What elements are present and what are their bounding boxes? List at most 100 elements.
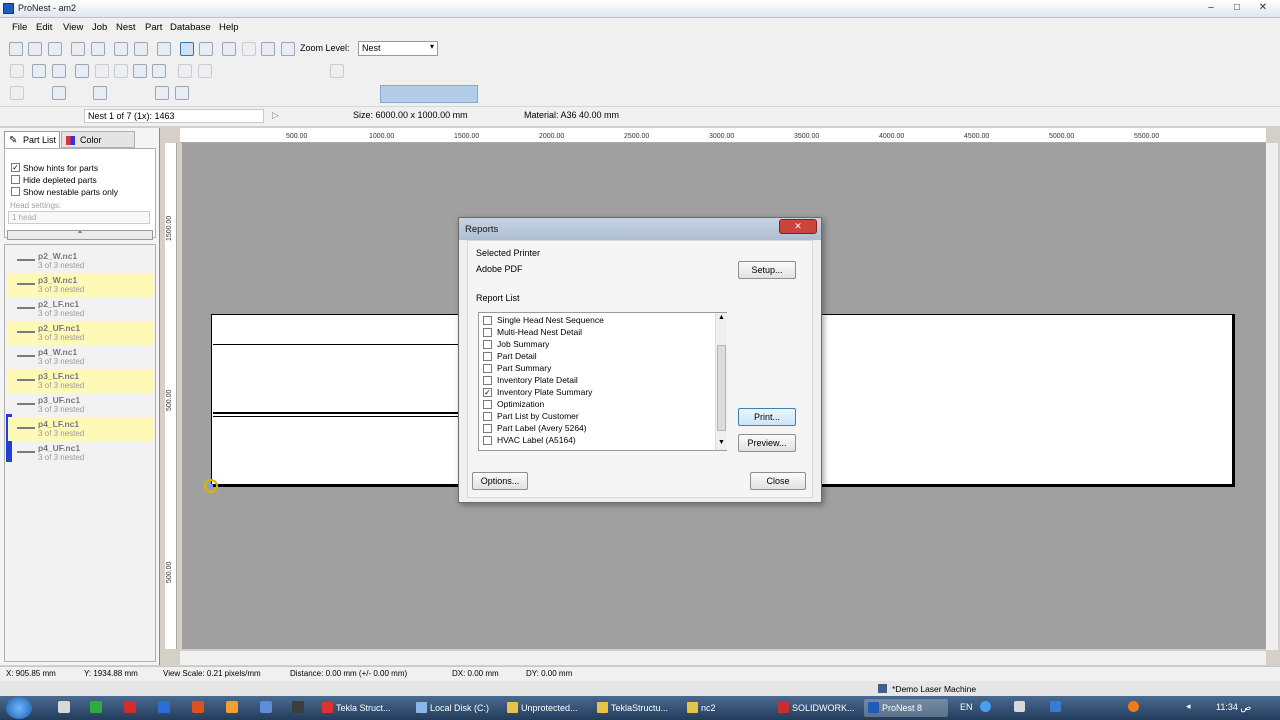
forward-icon[interactable] bbox=[198, 64, 212, 78]
pinned-app-icon[interactable] bbox=[124, 701, 136, 713]
nest-selector[interactable]: Nest 1 of 7 (1x): 1463 bbox=[84, 109, 264, 123]
bounding-box-icon[interactable] bbox=[52, 86, 66, 100]
language-indicator[interactable]: EN bbox=[960, 702, 973, 712]
copy-icon[interactable] bbox=[134, 42, 148, 56]
report-checkbox[interactable] bbox=[483, 364, 492, 373]
dialog-close-icon[interactable]: ✕ bbox=[779, 219, 817, 234]
start-button[interactable] bbox=[6, 697, 32, 719]
pinned-app-icon[interactable] bbox=[192, 701, 204, 713]
report-checkbox[interactable] bbox=[483, 328, 492, 337]
minimize-button[interactable]: – bbox=[1198, 0, 1224, 16]
report-checkbox[interactable] bbox=[483, 340, 492, 349]
taskbar-item-local-disk[interactable]: Local Disk (C:) bbox=[412, 699, 496, 717]
remove-icon[interactable] bbox=[52, 64, 66, 78]
list-item[interactable]: p2_LF.nc1 3 of 3 nested bbox=[8, 297, 154, 321]
collapse-options-button[interactable]: ⌃ bbox=[7, 230, 153, 240]
tab-part-list[interactable]: ✎ Part List bbox=[4, 131, 60, 148]
pinned-app-icon[interactable] bbox=[90, 701, 102, 713]
menu-edit[interactable]: Edit bbox=[36, 22, 52, 33]
check-icon[interactable] bbox=[157, 42, 171, 56]
report-list-scrollbar[interactable]: ▲ ▼ bbox=[715, 313, 727, 450]
export-icon[interactable] bbox=[199, 42, 213, 56]
chevron-down-icon[interactable]: ▾ bbox=[430, 42, 434, 51]
menu-part[interactable]: Part bbox=[145, 22, 162, 33]
print-button[interactable]: Print... bbox=[738, 408, 796, 426]
zoom-window-icon[interactable] bbox=[242, 42, 256, 56]
measure-icon[interactable] bbox=[93, 86, 107, 100]
setup-button[interactable]: Setup... bbox=[738, 261, 796, 279]
tray-app-icon[interactable] bbox=[1050, 701, 1061, 712]
stop-icon[interactable] bbox=[330, 64, 344, 78]
taskbar-item-tekla[interactable]: Tekla Struct... bbox=[318, 699, 402, 717]
volume-icon[interactable]: ◂ bbox=[1186, 701, 1191, 712]
sheet-icon[interactable] bbox=[152, 64, 166, 78]
open-icon[interactable] bbox=[28, 42, 42, 56]
pinned-app-icon[interactable] bbox=[292, 701, 304, 713]
hide-depleted-checkbox[interactable] bbox=[11, 175, 20, 184]
menu-nest[interactable]: Nest bbox=[116, 22, 136, 33]
zoom-in-icon[interactable] bbox=[281, 42, 295, 56]
report-checkbox[interactable] bbox=[483, 376, 492, 385]
zoom-icon[interactable] bbox=[222, 42, 236, 56]
rotate-icon[interactable] bbox=[155, 86, 169, 100]
taskbar-item-solidworks[interactable]: SOLIDWORK... bbox=[774, 699, 858, 717]
mirror-icon[interactable] bbox=[175, 86, 189, 100]
tray-app-icon[interactable] bbox=[1128, 701, 1139, 712]
rotation-slider[interactable] bbox=[380, 85, 478, 103]
report-checkbox[interactable] bbox=[483, 424, 492, 433]
save-icon[interactable] bbox=[48, 42, 62, 56]
nested-part[interactable] bbox=[213, 416, 459, 484]
menu-file[interactable]: File bbox=[12, 22, 27, 33]
report-checkbox[interactable] bbox=[483, 412, 492, 421]
taskbar-item-teklastructures[interactable]: TeklaStructu... bbox=[593, 699, 677, 717]
list-item[interactable]: p3_LF.nc1 3 of 3 nested bbox=[8, 369, 154, 393]
print-icon[interactable] bbox=[71, 42, 85, 56]
grid-icon[interactable] bbox=[95, 64, 109, 78]
delete-nest-icon[interactable] bbox=[32, 64, 46, 78]
list-item[interactable]: p2_W.nc1 3 of 3 nested bbox=[8, 249, 154, 273]
zoom-level-select[interactable]: Nest bbox=[358, 41, 438, 56]
report-checkbox[interactable] bbox=[483, 400, 492, 409]
play-icon[interactable] bbox=[178, 64, 192, 78]
list-item[interactable]: p4_LF.nc1 3 of 3 nested bbox=[8, 417, 154, 441]
taskbar-item-nc2[interactable]: nc2 bbox=[683, 699, 767, 717]
list-item[interactable]: p3_UF.nc1 3 of 3 nested bbox=[8, 393, 154, 417]
report-checkbox[interactable] bbox=[483, 352, 492, 361]
reports-tool-icon[interactable] bbox=[180, 42, 194, 56]
vertical-scrollbar[interactable] bbox=[1266, 143, 1278, 650]
auto-nest-icon[interactable] bbox=[75, 64, 89, 78]
help-icon[interactable] bbox=[980, 701, 991, 712]
new-icon[interactable] bbox=[9, 42, 23, 56]
pinned-app-icon[interactable] bbox=[158, 701, 170, 713]
list-item[interactable]: p4_UF.nc1 3 of 3 nested bbox=[8, 441, 154, 465]
pinned-app-icon[interactable] bbox=[226, 701, 238, 713]
report-checkbox[interactable] bbox=[483, 316, 492, 325]
show-hints-checkbox[interactable]: ✓ bbox=[11, 163, 20, 172]
list-item[interactable]: p3_W.nc1 3 of 3 nested bbox=[8, 273, 154, 297]
edit-icon[interactable] bbox=[114, 42, 128, 56]
nestable-only-checkbox[interactable] bbox=[11, 187, 20, 196]
menu-view[interactable]: View bbox=[63, 22, 83, 33]
report-icon[interactable] bbox=[91, 42, 105, 56]
scroll-thumb[interactable] bbox=[717, 345, 726, 431]
list-item[interactable]: p2_UF.nc1 3 of 3 nested bbox=[8, 321, 154, 345]
pinned-app-icon[interactable] bbox=[260, 701, 272, 713]
close-button[interactable]: Close bbox=[750, 472, 806, 490]
zoom-out-icon[interactable] bbox=[261, 42, 275, 56]
close-window-button[interactable]: ✕ bbox=[1250, 0, 1276, 16]
next-nest-icon[interactable]: ▷ bbox=[272, 110, 279, 121]
report-checkbox[interactable]: ✓ bbox=[483, 388, 492, 397]
list-item[interactable]: p4_W.nc1 3 of 3 nested bbox=[8, 345, 154, 369]
menu-database[interactable]: Database bbox=[170, 22, 211, 33]
undo-icon[interactable] bbox=[10, 86, 24, 100]
menu-job[interactable]: Job bbox=[92, 22, 107, 33]
clock[interactable]: 11:34 ص bbox=[1216, 702, 1251, 713]
taskbar-item-pronest[interactable]: ProNest 8 bbox=[864, 699, 948, 717]
nest-layout-icon[interactable] bbox=[133, 64, 147, 78]
taskbar-item-unprotected[interactable]: Unprotected... bbox=[503, 699, 587, 717]
tab-color-legend[interactable]: Color Legend bbox=[61, 131, 135, 162]
scroll-down-icon[interactable]: ▼ bbox=[718, 439, 725, 446]
preview-button[interactable]: Preview... bbox=[738, 434, 796, 452]
maximize-button[interactable]: □ bbox=[1224, 0, 1250, 16]
report-checkbox[interactable] bbox=[483, 436, 492, 445]
